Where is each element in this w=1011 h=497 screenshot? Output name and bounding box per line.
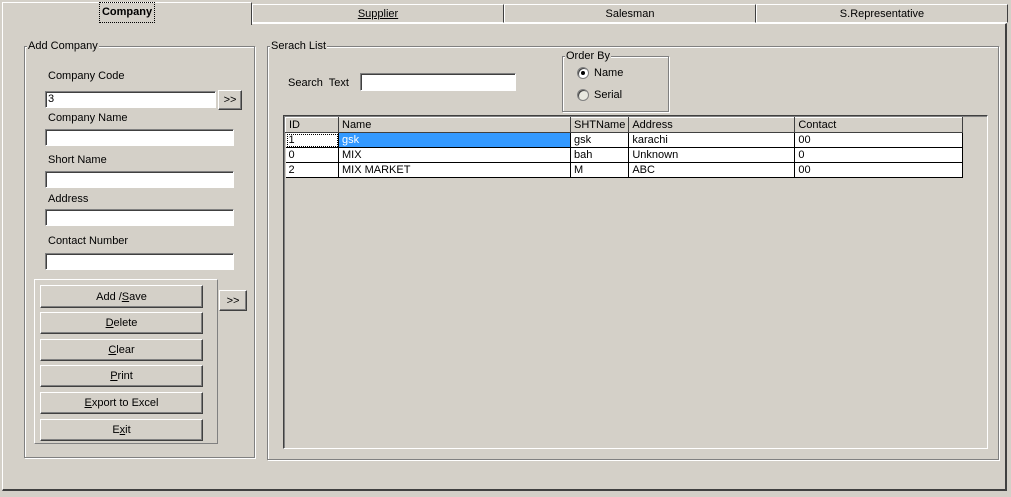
cell-contact[interactable]: 0 <box>794 147 964 163</box>
cell-contact[interactable]: 00 <box>794 162 964 178</box>
search-list-title: Serach List <box>270 40 328 53</box>
column-header-shtname[interactable]: SHTName <box>569 117 630 133</box>
add-save-label-post: ave <box>129 290 147 303</box>
address-field[interactable] <box>45 209 234 226</box>
search-text-label: Search Text <box>288 77 349 89</box>
results-table: ID Name SHTName Address Contact 1 gsk gs… <box>285 117 964 178</box>
print-button[interactable]: Print <box>40 365 203 387</box>
export-to-excel-button[interactable]: Export to Excel <box>40 392 203 414</box>
cell-address[interactable]: ABC <box>628 162 796 178</box>
tab-company-label: Company <box>98 2 156 23</box>
cell-shtname[interactable]: gsk <box>570 132 630 148</box>
side-next-button[interactable]: >> <box>219 290 247 311</box>
column-header-contact[interactable]: Contact <box>794 117 964 133</box>
print-label-post: rint <box>117 370 133 382</box>
tab-s-representative-label: S.Representative <box>839 8 925 20</box>
grid-header-row: ID Name SHTName Address Contact <box>285 117 964 133</box>
short-name-field[interactable] <box>45 171 234 188</box>
cell-id[interactable]: 0 <box>285 147 339 163</box>
clear-label-hotkey: C <box>108 344 117 356</box>
delete-button[interactable]: Delete <box>40 312 203 334</box>
add-save-button[interactable]: Add / Save <box>40 285 203 308</box>
table-row[interactable]: 2 MIX MARKET M ABC 00 <box>285 162 964 178</box>
exit-label-pre: E <box>112 424 120 436</box>
company-code-label: Company Code <box>48 70 125 82</box>
contact-number-field[interactable] <box>45 253 234 270</box>
company-code-field[interactable]: 3 <box>45 91 216 108</box>
cell-contact[interactable]: 00 <box>794 132 964 148</box>
short-name-label: Short Name <box>48 154 107 166</box>
company-code-next-label: >> <box>223 94 237 106</box>
search-text-input[interactable] <box>360 73 516 91</box>
column-header-name[interactable]: Name <box>338 117 571 133</box>
order-by-group: Order By <box>562 50 669 112</box>
search-results-grid[interactable]: ID Name SHTName Address Contact 1 gsk gs… <box>283 115 988 449</box>
tab-supplier[interactable]: Supplier <box>252 4 504 23</box>
cell-name[interactable]: gsk <box>338 132 571 148</box>
exit-button[interactable]: Ex it <box>40 419 203 441</box>
order-by-name-label: Name <box>594 67 624 79</box>
export-label-hotkey: E <box>84 397 92 409</box>
cell-name[interactable]: MIX MARKET <box>338 162 571 178</box>
column-header-address[interactable]: Address <box>628 117 796 133</box>
company-code-next-button[interactable]: >> <box>218 90 242 110</box>
company-name-field[interactable] <box>45 129 234 146</box>
cell-shtname[interactable]: bah <box>570 147 630 163</box>
tab-salesman-label: Salesman <box>605 8 655 20</box>
cell-address[interactable]: Unknown <box>628 147 796 163</box>
cell-shtname[interactable]: M <box>570 162 630 178</box>
add-save-label-hotkey: S <box>121 290 130 303</box>
clear-label-post: lear <box>116 344 135 356</box>
cell-address[interactable]: karachi <box>628 132 796 148</box>
export-label-post: xport to Excel <box>91 397 159 409</box>
side-next-label: >> <box>226 294 240 307</box>
exit-label-post: it <box>125 424 131 436</box>
add-save-label-pre: Add / <box>96 290 122 303</box>
cell-name[interactable]: MIX <box>338 147 571 163</box>
order-by-title: Order By <box>565 50 612 63</box>
table-row[interactable]: 0 MIX bah Unknown 0 <box>285 147 964 163</box>
delete-label-hotkey: D <box>105 317 114 329</box>
order-by-serial-label: Serial <box>594 89 623 101</box>
order-by-serial-radio[interactable] <box>577 89 589 101</box>
order-by-name-radio[interactable] <box>577 67 589 79</box>
tab-supplier-label: Supplier <box>357 8 399 20</box>
table-row[interactable]: 1 gsk gsk karachi 00 <box>285 132 964 148</box>
company-name-label: Company Name <box>48 112 128 124</box>
tab-s-representative[interactable]: S.Representative <box>756 4 1008 23</box>
print-label-hotkey: P <box>110 370 118 382</box>
address-label: Address <box>48 193 89 205</box>
clear-button[interactable]: Clear <box>40 339 203 361</box>
tab-company[interactable]: Company <box>2 2 252 25</box>
column-header-id[interactable]: ID <box>285 117 339 133</box>
cell-id[interactable]: 2 <box>285 162 339 178</box>
cell-id[interactable]: 1 <box>285 132 339 148</box>
tab-salesman[interactable]: Salesman <box>504 4 756 23</box>
contact-number-label: Contact Number <box>48 235 129 247</box>
delete-label-post: elete <box>113 317 138 329</box>
add-company-title: Add Company <box>27 40 99 53</box>
